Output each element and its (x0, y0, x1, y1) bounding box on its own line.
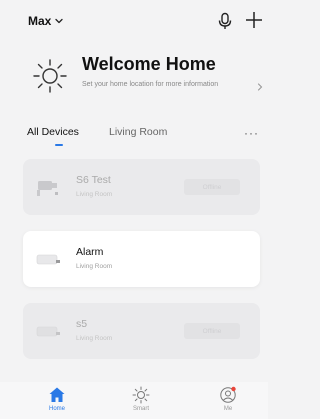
bottom-navigation: Home Smart Me (0, 382, 268, 419)
welcome-banner[interactable]: Welcome Home Set your home location for … (28, 52, 268, 102)
sun-icon (33, 59, 67, 93)
camera-icon (37, 181, 58, 196)
microphone-icon[interactable] (217, 12, 233, 30)
user-icon (220, 386, 236, 403)
device-room: Living Room (76, 263, 113, 270)
nav-label: Home (48, 406, 65, 412)
welcome-title: Welcome Home (82, 54, 216, 74)
nav-smart[interactable]: Smart (121, 386, 161, 412)
device-card-s6-test[interactable]: S6 Test Living Room Offline (23, 159, 260, 215)
active-tab-indicator (55, 144, 63, 146)
device-room: Living Room (76, 191, 113, 198)
more-options-button[interactable]: ··· (244, 126, 259, 140)
nav-label: Me (223, 406, 233, 412)
chevron-down-icon (55, 18, 63, 24)
room-tabs: All Devices Living Room ··· (0, 122, 268, 152)
home-screen: Max Welcome Home Set your home location … (0, 0, 268, 419)
device-room: Living Room (76, 335, 113, 342)
offline-badge: Offline (184, 323, 240, 339)
home-selector[interactable]: Max (28, 14, 64, 28)
alarm-device-icon (36, 326, 60, 337)
device-card-alarm[interactable]: Alarm Living Room (23, 231, 260, 287)
home-name: Max (28, 14, 52, 28)
offline-badge: Offline (184, 179, 240, 195)
alarm-device-icon (36, 254, 60, 265)
device-name: S6 Test (76, 174, 111, 186)
tab-living-room[interactable]: Living Room (109, 126, 167, 138)
device-name: Alarm (76, 246, 104, 258)
chevron-right-icon (257, 83, 263, 91)
nav-me[interactable]: Me (208, 386, 248, 412)
home-icon (49, 387, 65, 402)
device-name: s5 (76, 318, 88, 330)
device-card-s5[interactable]: s5 Living Room Offline (23, 303, 260, 359)
nav-home[interactable]: Home (37, 386, 77, 412)
sun-icon (132, 386, 150, 404)
top-bar: Max (0, 0, 268, 44)
welcome-subtitle: Set your home location for more informat… (82, 81, 219, 88)
add-device-button[interactable] (243, 9, 265, 31)
tab-all-devices[interactable]: All Devices (27, 126, 79, 138)
nav-label: Smart (132, 406, 149, 412)
